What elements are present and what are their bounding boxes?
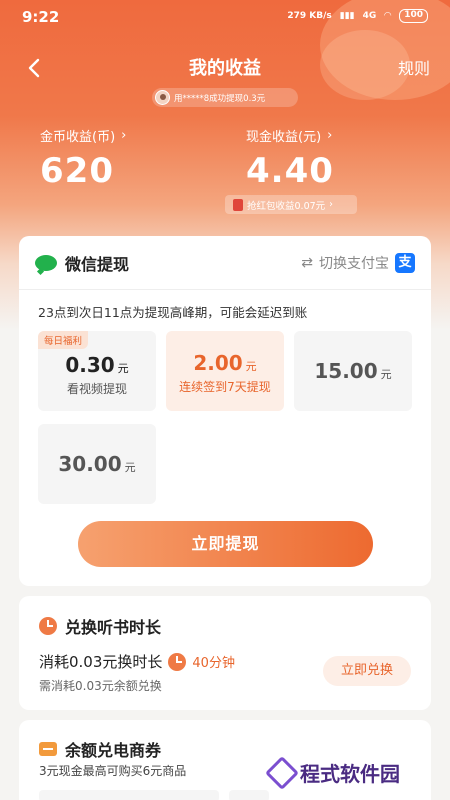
withdraw-card: 微信提现 ⇄ 切换支付宝 支 23点到次日11点为提现高峰期，可能会延迟到账 每…: [19, 236, 431, 586]
ecommerce-title-row: 余额兑电商券: [39, 737, 161, 761]
coupon-icon: [39, 742, 57, 756]
option-unit: 元: [380, 368, 392, 381]
switch-label: 切换支付宝: [319, 255, 389, 272]
exchange-title: 兑换听书时长: [65, 618, 162, 637]
coupon-option[interactable]: [39, 790, 219, 800]
exchange-line: 消耗0.03元换时长 40分钟: [39, 651, 235, 672]
redpacket-earnings-link[interactable]: 抢红包收益0.07元 ›: [225, 195, 357, 214]
coin-value: 620: [40, 151, 114, 191]
wechat-icon: [35, 254, 57, 271]
watermark: 程式软件园: [265, 755, 400, 790]
avatar: [155, 90, 170, 105]
watermark-text: 程式软件园: [300, 762, 400, 786]
coupon-option[interactable]: [229, 790, 269, 800]
exchange-title-row: 兑换听书时长: [39, 614, 161, 638]
option-desc: 连续签到7天提现: [179, 380, 271, 394]
option-amount: 0.30: [65, 353, 115, 377]
alipay-icon: 支: [395, 252, 415, 273]
option-unit: 元: [124, 461, 136, 474]
watermark-logo-icon: [265, 755, 299, 790]
exchange-now-button[interactable]: 立即兑换: [323, 656, 411, 686]
wifi-icon: ◠: [384, 11, 392, 21]
withdraw-now-button[interactable]: 立即提现: [78, 521, 373, 567]
option-desc: 看视频提现: [66, 382, 127, 396]
redpacket-text: 抢红包收益0.07元: [247, 200, 326, 212]
clock-icon: [39, 617, 57, 635]
network-speed: 279 KB/s: [287, 11, 332, 21]
switch-payment-button[interactable]: ⇄ 切换支付宝 支: [301, 252, 415, 273]
page-title: 我的收益: [189, 58, 261, 79]
chevron-right-icon: ›: [121, 128, 127, 143]
option-unit: 元: [245, 360, 257, 373]
option-amount: 15.00: [314, 359, 378, 383]
ecommerce-title: 余额兑电商券: [65, 741, 162, 760]
option-unit: 元: [117, 362, 129, 375]
exchange-sub: 需消耗0.03元余额兑换: [39, 679, 162, 693]
withdraw-option[interactable]: 30.00 元: [38, 424, 156, 504]
cash-label: 现金收益(元): [246, 130, 322, 145]
withdraw-title: 微信提现: [65, 254, 130, 274]
network-type: 4G: [362, 11, 377, 21]
withdraw-option[interactable]: 15.00 元: [294, 331, 412, 411]
withdraw-option-selected[interactable]: 2.00 元 连续签到7天提现: [166, 331, 284, 411]
signal-icon: ▮▮▮: [339, 11, 355, 21]
cash-value: 4.40: [246, 151, 334, 191]
withdraw-header: 微信提现 ⇄ 切换支付宝 支: [19, 236, 431, 290]
status-bar: 9:22 279 KB/s ▮▮▮ 4G ◠ 100: [0, 0, 450, 34]
rules-link[interactable]: 规则: [398, 55, 430, 79]
withdraw-notice: 23点到次日11点为提现高峰期，可能会延迟到账: [38, 305, 308, 320]
ecommerce-sub: 3元现金最高可购买6元商品: [39, 764, 187, 778]
exchange-card: 兑换听书时长 消耗0.03元换时长 40分钟 需消耗0.03元余额兑换 立即兑换: [19, 596, 431, 710]
cash-earnings[interactable]: 现金收益(元) › 4.40: [246, 126, 334, 191]
daily-bonus-tag: 每日福利: [38, 331, 89, 349]
status-time: 9:22: [22, 8, 60, 26]
swap-icon: ⇄: [301, 254, 313, 271]
clock-icon: [168, 652, 187, 671]
withdraw-ticker: 用*****8成功提现0.3元: [152, 88, 298, 107]
red-packet-icon: [233, 198, 243, 211]
status-icons: 279 KB/s ▮▮▮ 4G ◠ 100: [287, 9, 428, 23]
ticker-text: 用*****8成功提现0.3元: [174, 93, 266, 104]
option-amount: 30.00: [58, 452, 122, 476]
chevron-right-icon: ›: [329, 199, 333, 210]
coin-label: 金币收益(币): [40, 130, 116, 145]
exchange-cost: 消耗0.03元换时长: [39, 653, 163, 671]
withdraw-option[interactable]: 每日福利 0.30 元 看视频提现: [38, 331, 156, 411]
exchange-minutes: 40分钟: [192, 656, 235, 671]
chevron-right-icon: ›: [327, 128, 333, 143]
coin-earnings[interactable]: 金币收益(币) › 620: [40, 126, 126, 191]
option-amount: 2.00: [193, 351, 243, 375]
battery-icon: 100: [399, 9, 428, 23]
